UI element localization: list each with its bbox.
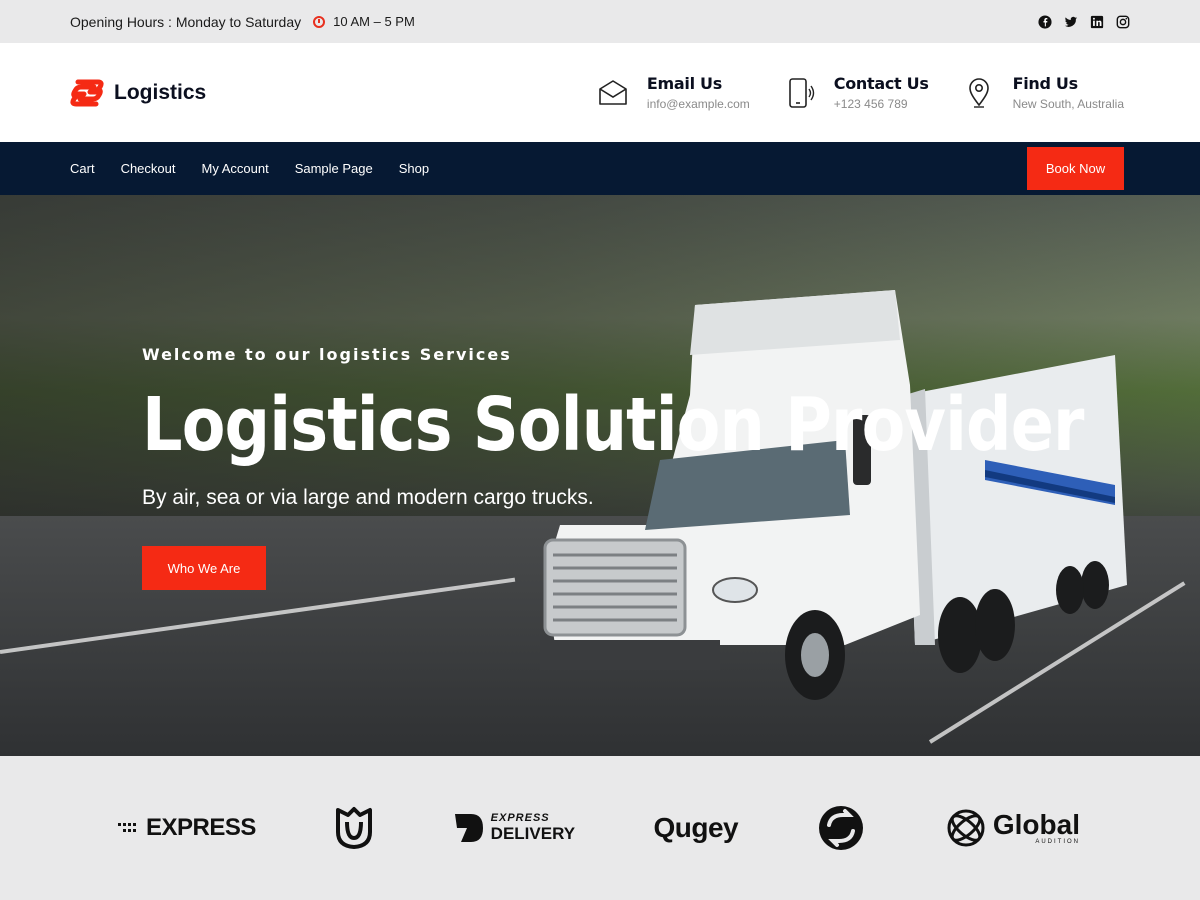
contact-info: Email Us info@example.com Contact Us +12… [597,74,1124,111]
hero-content: Welcome to our logistics Services Logist… [142,345,1200,590]
logo-global-text: Global [992,809,1080,840]
tulip-shield-icon [336,807,373,849]
globe-icon [947,809,985,847]
logo-shield[interactable] [334,806,374,850]
nav-link-shop[interactable]: Shop [399,161,429,176]
brand-name: Logistics [114,80,207,104]
top-bar: Opening Hours : Monday to Saturday 10 AM… [0,0,1200,43]
contact-email-value: info@example.com [646,97,750,111]
linkedin-icon[interactable] [1090,15,1104,29]
nav-link-sample-page[interactable]: Sample Page [295,161,373,176]
hero-kicker: Welcome to our logistics Services [142,345,512,364]
logistics-logo-icon [70,79,104,106]
delivery-d-icon [454,814,483,842]
clock-icon [313,15,326,28]
facebook-icon[interactable] [1038,14,1052,29]
contact-phone-title: Contact Us [833,74,929,93]
hero-title: Logistics Solution Provider [142,382,1084,468]
logo-qugey-text: Qugey [653,812,739,843]
nav-links: Cart Checkout My Account Sample Page Sho… [70,161,429,176]
book-now-button[interactable]: Book Now [1027,147,1124,190]
location-pin-icon [968,77,989,108]
contact-email-title: Email Us [646,74,722,93]
social-links [1038,14,1130,29]
main-navigation: Cart Checkout My Account Sample Page Sho… [0,142,1200,195]
logo-express-text: EXPRESS [146,814,256,841]
contact-location-value: New South, Australia [1012,97,1124,111]
twitter-icon[interactable] [1064,15,1078,29]
mail-icon [599,79,627,105]
express-dots-icon [118,823,136,832]
opening-hours-time: 10 AM – 5 PM [333,14,415,29]
contact-phone[interactable]: Contact Us +123 456 789 [784,74,929,111]
opening-hours: Opening Hours : Monday to Saturday 10 AM… [70,14,415,30]
contact-location[interactable]: Find Us New South, Australia [963,74,1124,111]
logo-global[interactable]: Global AUDITION [945,807,1080,849]
logo-qugey[interactable]: Qugey [653,812,738,844]
nav-link-cart[interactable]: Cart [70,161,95,176]
who-we-are-button[interactable]: Who We Are [142,546,266,590]
logo-express[interactable]: EXPRESS [118,814,256,842]
contact-phone-value: +123 456 789 [833,97,908,111]
logo-swirl[interactable] [816,805,866,851]
brand-logo[interactable]: Logistics [70,78,206,108]
contact-location-title: Find Us [1012,74,1079,93]
instagram-icon[interactable] [1116,15,1130,29]
nav-link-my-account[interactable]: My Account [201,161,268,176]
hero-subtitle: By air, sea or via large and modern carg… [142,486,594,509]
hero-banner: Welcome to our logistics Services Logist… [0,195,1200,756]
phone-icon [788,77,814,108]
swirl-arrows-icon [819,806,864,850]
logo-express-delivery[interactable]: EXPRESS DELIVERY [453,812,575,844]
logo-delivery-top-text: EXPRESS [490,812,550,824]
partner-logos: EXPRESS EXPRESS DELIVERY Qugey Global AU… [0,756,1200,900]
contact-email[interactable]: Email Us info@example.com [597,74,750,111]
logo-delivery-bottom-text: DELIVERY [490,824,576,843]
opening-hours-label: Opening Hours : Monday to Saturday [70,13,302,30]
nav-link-checkout[interactable]: Checkout [121,161,176,176]
site-header: Logistics Email Us info@example.com Cont… [0,43,1200,142]
